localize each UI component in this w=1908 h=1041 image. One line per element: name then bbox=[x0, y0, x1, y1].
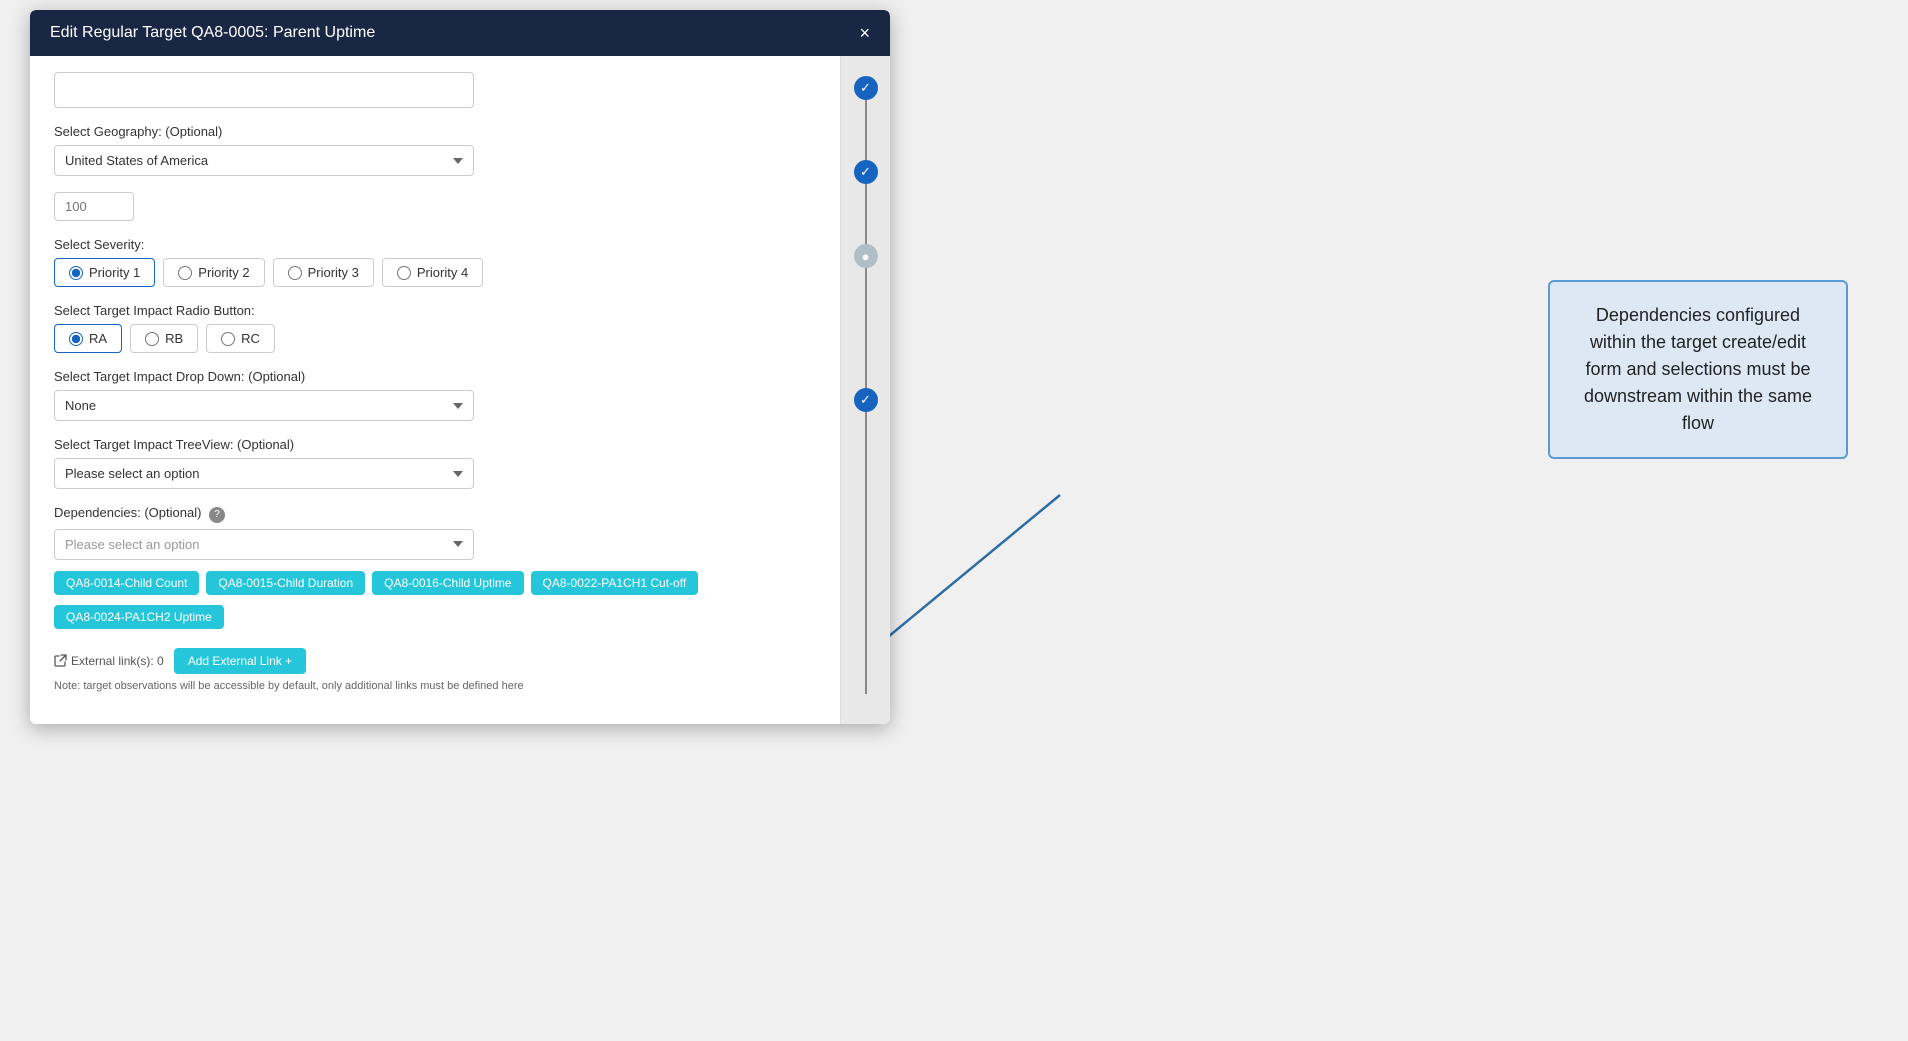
impact-rb-radio[interactable] bbox=[145, 332, 159, 346]
severity-priority3[interactable]: Priority 3 bbox=[273, 258, 374, 287]
impact-dropdown-group: Select Target Impact Drop Down: (Optiona… bbox=[54, 369, 816, 421]
severity-p3-label: Priority 3 bbox=[308, 265, 359, 280]
dependencies-help-icon[interactable]: ? bbox=[209, 507, 225, 523]
severity-p1-radio[interactable] bbox=[69, 266, 83, 280]
note-text: Note: target observations will be access… bbox=[54, 680, 816, 692]
impact-treeview-group: Select Target Impact TreeView: (Optional… bbox=[54, 437, 816, 489]
sidebar-dot-3: ● bbox=[854, 244, 878, 268]
geography-label: Select Geography: (Optional) bbox=[54, 124, 816, 139]
impact-radio-label: Select Target Impact Radio Button: bbox=[54, 303, 816, 318]
impact-rc-radio[interactable] bbox=[221, 332, 235, 346]
impact-treeview-select[interactable]: Please select an option bbox=[54, 458, 474, 489]
callout-box: Dependencies configured within the targe… bbox=[1548, 280, 1848, 459]
dependencies-select[interactable]: Please select an option bbox=[54, 529, 474, 560]
modal-title: Edit Regular Target QA8-0005: Parent Upt… bbox=[50, 24, 375, 42]
severity-p1-label: Priority 1 bbox=[89, 265, 140, 280]
impact-dropdown-select[interactable]: None bbox=[54, 390, 474, 421]
severity-label: Select Severity: bbox=[54, 237, 816, 252]
impact-treeview-label: Select Target Impact TreeView: (Optional… bbox=[54, 437, 816, 452]
sidebar-dot-2-icon: ✓ bbox=[860, 164, 871, 180]
severity-p2-label: Priority 2 bbox=[198, 265, 249, 280]
impact-dropdown-label: Select Target Impact Drop Down: (Optiona… bbox=[54, 369, 816, 384]
impact-rc[interactable]: RC bbox=[206, 324, 275, 353]
sidebar-dot-2: ✓ bbox=[854, 160, 878, 184]
dep-tag-4[interactable]: QA8-0022-PA1CH1 Cut-off bbox=[531, 571, 699, 595]
geography-group: Select Geography: (Optional) United Stat… bbox=[54, 124, 816, 176]
geography-number-input[interactable] bbox=[54, 192, 134, 221]
impact-radio-options: RA RB RC bbox=[54, 324, 816, 353]
impact-ra-radio[interactable] bbox=[69, 332, 83, 346]
severity-priority2[interactable]: Priority 2 bbox=[163, 258, 264, 287]
dependencies-label: Dependencies: (Optional) ? bbox=[54, 505, 816, 523]
severity-group: Select Severity: Priority 1 Priority 2 bbox=[54, 237, 816, 287]
severity-p4-label: Priority 4 bbox=[417, 265, 468, 280]
severity-p4-radio[interactable] bbox=[397, 266, 411, 280]
impact-rc-label: RC bbox=[241, 331, 260, 346]
impact-radio-group: Select Target Impact Radio Button: RA RB bbox=[54, 303, 816, 353]
close-button[interactable]: × bbox=[859, 24, 870, 42]
sidebar-dot-1-icon: ✓ bbox=[860, 80, 871, 96]
sidebar-dot-4: ✓ bbox=[854, 388, 878, 412]
ext-link-icon: External link(s): 0 bbox=[54, 654, 164, 668]
sidebar-dot-3-icon: ● bbox=[862, 249, 870, 264]
dependencies-group: Dependencies: (Optional) ? Please select… bbox=[54, 505, 816, 632]
severity-priority4[interactable]: Priority 4 bbox=[382, 258, 483, 287]
impact-rb[interactable]: RB bbox=[130, 324, 198, 353]
dependency-tags-container: QA8-0014-Child Count QA8-0015-Child Dura… bbox=[54, 568, 816, 632]
modal-body: Select Geography: (Optional) United Stat… bbox=[30, 56, 890, 724]
modal-content-area: Select Geography: (Optional) United Stat… bbox=[30, 56, 840, 724]
modal-dialog: Edit Regular Target QA8-0005: Parent Upt… bbox=[30, 10, 890, 724]
dep-tag-3[interactable]: QA8-0016-Child Uptime bbox=[372, 571, 523, 595]
callout-text: Dependencies configured within the targe… bbox=[1584, 305, 1812, 433]
add-external-link-button[interactable]: Add External Link + bbox=[174, 648, 306, 674]
severity-priority1[interactable]: Priority 1 bbox=[54, 258, 155, 287]
severity-radio-group: Priority 1 Priority 2 Priority 3 Pr bbox=[54, 258, 816, 287]
top-partial-input bbox=[54, 72, 474, 108]
impact-rb-label: RB bbox=[165, 331, 183, 346]
modal-header: Edit Regular Target QA8-0005: Parent Upt… bbox=[30, 10, 890, 56]
ext-link-row: External link(s): 0 Add External Link + bbox=[54, 648, 816, 674]
severity-p3-radio[interactable] bbox=[288, 266, 302, 280]
modal-overlay: Edit Regular Target QA8-0005: Parent Upt… bbox=[0, 0, 1908, 1041]
dep-tag-1[interactable]: QA8-0014-Child Count bbox=[54, 571, 199, 595]
impact-ra[interactable]: RA bbox=[54, 324, 122, 353]
external-links-group: External link(s): 0 Add External Link + … bbox=[54, 648, 816, 692]
severity-p2-radio[interactable] bbox=[178, 266, 192, 280]
geography-number-group bbox=[54, 192, 816, 221]
dep-tag-2[interactable]: QA8-0015-Child Duration bbox=[206, 571, 365, 595]
modal-sidebar: ✓ ✓ ● ✓ bbox=[840, 56, 890, 724]
dependencies-select-wrapper: Please select an option bbox=[54, 529, 474, 560]
geography-select[interactable]: United States of America bbox=[54, 145, 474, 176]
sidebar-dot-4-icon: ✓ bbox=[860, 392, 871, 408]
sidebar-dot-1: ✓ bbox=[854, 76, 878, 100]
ext-link-count-label: External link(s): 0 bbox=[71, 654, 164, 668]
dep-tag-5[interactable]: QA8-0024-PA1CH2 Uptime bbox=[54, 605, 224, 629]
impact-ra-label: RA bbox=[89, 331, 107, 346]
